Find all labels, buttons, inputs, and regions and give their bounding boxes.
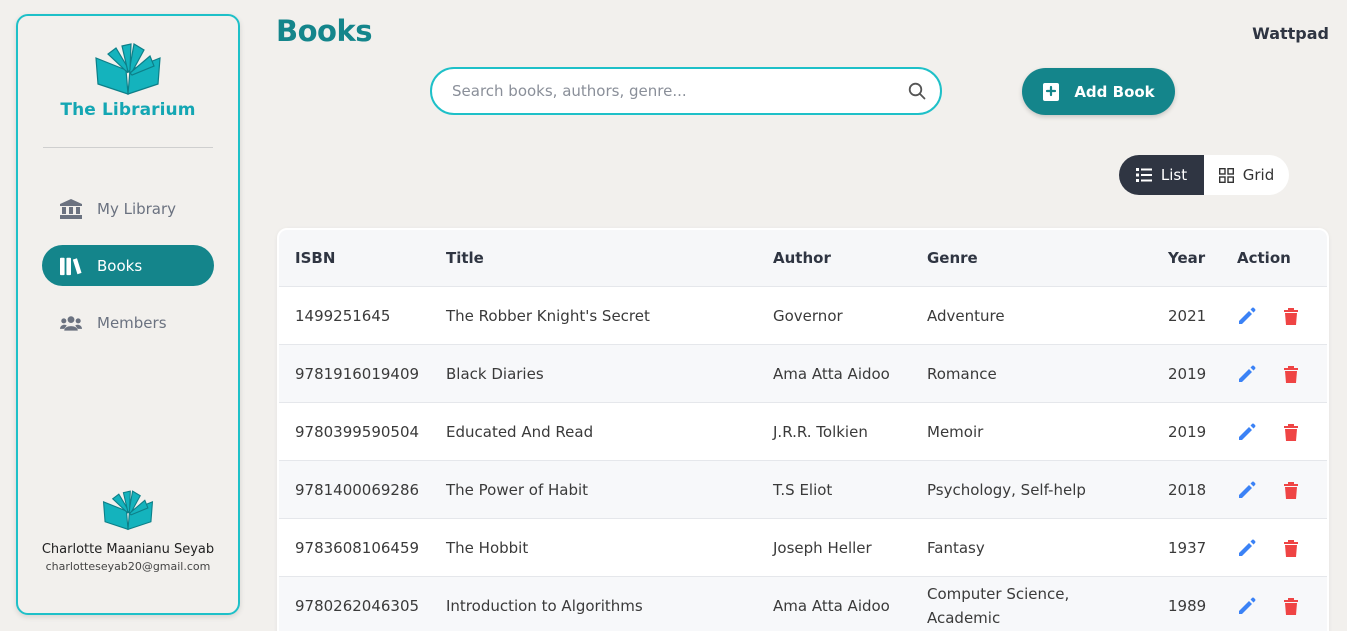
user-profile[interactable]: Charlotte Maanianu Seyab charlotteseyab2… bbox=[18, 488, 238, 573]
sidebar-item-label: My Library bbox=[97, 199, 177, 218]
cell-isbn: 9781916019409 bbox=[295, 364, 420, 383]
add-book-label: Add Book bbox=[1074, 82, 1155, 101]
column-header-isbn: ISBN bbox=[295, 249, 336, 267]
top-right-link[interactable]: Wattpad bbox=[1252, 24, 1329, 43]
search-icon[interactable] bbox=[908, 82, 926, 100]
edit-pencil-icon[interactable] bbox=[1237, 306, 1257, 326]
cell-isbn: 1499251645 bbox=[295, 306, 391, 325]
books-table: ISBN Title Author Genre Year Action 1499… bbox=[277, 228, 1329, 631]
row-actions bbox=[1237, 403, 1299, 460]
list-icon bbox=[1135, 168, 1152, 182]
cell-isbn: 9783608106459 bbox=[295, 538, 420, 557]
table-row[interactable]: 9780262046305 Introduction to Algorithms… bbox=[279, 577, 1327, 631]
cell-genre: Romance bbox=[927, 364, 997, 383]
delete-trash-icon[interactable] bbox=[1283, 306, 1299, 326]
cell-genre: Computer Science, Academic bbox=[927, 584, 1070, 627]
grid-icon bbox=[1218, 167, 1234, 183]
row-actions bbox=[1237, 577, 1299, 631]
column-header-year: Year bbox=[1168, 249, 1206, 267]
sidebar-item-books[interactable]: Books bbox=[42, 245, 214, 286]
edit-pencil-icon[interactable] bbox=[1237, 422, 1257, 442]
books-icon bbox=[60, 255, 82, 277]
cell-year: 1937 bbox=[1168, 538, 1207, 557]
sidebar-item-members[interactable]: Members bbox=[42, 302, 214, 343]
table-row[interactable]: 9781916019409 Black Diaries Ama Atta Aid… bbox=[279, 345, 1327, 403]
table-row[interactable]: 9783608106459 The Hobbit Joseph Heller F… bbox=[279, 519, 1327, 577]
column-header-genre: Genre bbox=[927, 249, 978, 267]
search-input[interactable] bbox=[452, 82, 908, 100]
column-header-title: Title bbox=[446, 249, 484, 267]
page-title: Books bbox=[276, 14, 373, 48]
cell-author: J.R.R. Tolkien bbox=[773, 422, 868, 441]
edit-pencil-icon[interactable] bbox=[1237, 538, 1257, 558]
user-email: charlotteseyab20@gmail.com bbox=[45, 560, 211, 573]
bank-icon bbox=[60, 198, 82, 220]
delete-trash-icon[interactable] bbox=[1283, 596, 1299, 616]
cell-genre: Memoir bbox=[927, 422, 984, 441]
cell-year: 2021 bbox=[1168, 306, 1207, 325]
table-row[interactable]: 9781400069286 The Power of Habit T.S Eli… bbox=[279, 461, 1327, 519]
column-header-author: Author bbox=[773, 249, 831, 267]
cell-title: The Hobbit bbox=[446, 538, 529, 557]
sidebar-divider bbox=[43, 147, 213, 148]
cell-isbn: 9780262046305 bbox=[295, 596, 420, 615]
brand-name: The Librarium bbox=[60, 100, 196, 120]
add-book-button[interactable]: Add Book bbox=[1022, 68, 1175, 115]
cell-title: Educated And Read bbox=[446, 422, 594, 441]
cell-author: Joseph Heller bbox=[773, 538, 872, 557]
open-book-logo-icon bbox=[95, 43, 161, 95]
row-actions bbox=[1237, 287, 1299, 344]
table-row[interactable]: 1499251645 The Robber Knight's Secret Go… bbox=[279, 287, 1327, 345]
users-icon bbox=[60, 312, 82, 334]
table-row[interactable]: 9780399590504 Educated And Read J.R.R. T… bbox=[279, 403, 1327, 461]
column-header-action: Action bbox=[1237, 249, 1291, 267]
row-actions bbox=[1237, 519, 1299, 576]
search-bar bbox=[430, 67, 942, 115]
edit-pencil-icon[interactable] bbox=[1237, 480, 1257, 500]
sidebar: The Librarium My Library Books Members C… bbox=[16, 14, 240, 615]
user-name: Charlotte Maanianu Seyab bbox=[41, 542, 215, 557]
cell-author: Ama Atta Aidoo bbox=[773, 596, 890, 615]
cell-genre: Psychology, Self-help bbox=[927, 480, 1086, 499]
delete-trash-icon[interactable] bbox=[1283, 422, 1299, 442]
cell-title: The Robber Knight's Secret bbox=[446, 306, 650, 325]
sidebar-item-label: Books bbox=[97, 256, 143, 275]
delete-trash-icon[interactable] bbox=[1283, 538, 1299, 558]
list-view-button[interactable]: List bbox=[1119, 155, 1204, 195]
cell-genre: Adventure bbox=[927, 306, 1005, 325]
cell-year: 1989 bbox=[1168, 596, 1207, 615]
grid-view-label: Grid bbox=[1242, 166, 1275, 184]
row-actions bbox=[1237, 461, 1299, 518]
sidebar-item-label: Members bbox=[97, 313, 167, 332]
row-actions bbox=[1237, 345, 1299, 402]
cell-isbn: 9781400069286 bbox=[295, 480, 420, 499]
edit-pencil-icon[interactable] bbox=[1237, 596, 1257, 616]
view-toggle: List Grid bbox=[1119, 155, 1289, 195]
cell-genre: Fantasy bbox=[927, 538, 985, 557]
cell-author: T.S Eliot bbox=[773, 480, 833, 499]
cell-author: Governor bbox=[773, 306, 843, 325]
cell-isbn: 9780399590504 bbox=[295, 422, 420, 441]
add-book-icon bbox=[1042, 82, 1060, 102]
cell-author: Ama Atta Aidoo bbox=[773, 364, 890, 383]
cell-year: 2019 bbox=[1168, 422, 1207, 441]
cell-year: 2018 bbox=[1168, 480, 1207, 499]
cell-year: 2019 bbox=[1168, 364, 1207, 383]
delete-trash-icon[interactable] bbox=[1283, 480, 1299, 500]
cell-title: Black Diaries bbox=[446, 364, 544, 383]
cell-title: The Power of Habit bbox=[446, 480, 589, 499]
open-book-logo-icon bbox=[102, 490, 154, 531]
table-header-row: ISBN Title Author Genre Year Action bbox=[279, 230, 1327, 287]
delete-trash-icon[interactable] bbox=[1283, 364, 1299, 384]
cell-title: Introduction to Algorithms bbox=[446, 596, 643, 615]
edit-pencil-icon[interactable] bbox=[1237, 364, 1257, 384]
logo[interactable]: The Librarium bbox=[18, 42, 238, 120]
list-view-label: List bbox=[1160, 166, 1188, 184]
sidebar-item-my-library[interactable]: My Library bbox=[42, 188, 214, 229]
grid-view-button[interactable]: Grid bbox=[1204, 155, 1289, 195]
